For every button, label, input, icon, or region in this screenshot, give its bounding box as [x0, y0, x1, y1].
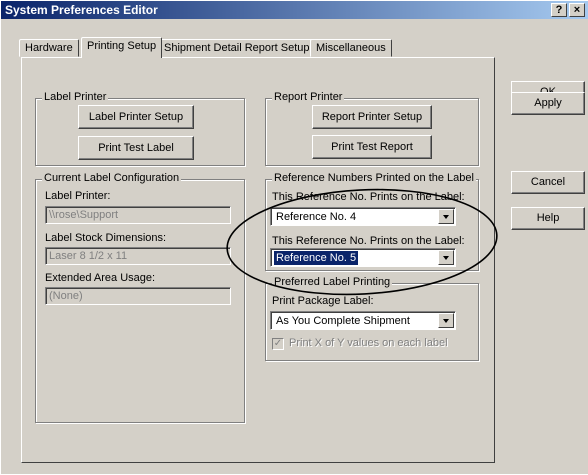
- tab-printing-setup[interactable]: Printing Setup: [81, 37, 163, 58]
- system-preferences-window: System Preferences Editor ? × Hardware P…: [0, 0, 588, 474]
- annotation-ellipse: [226, 188, 498, 296]
